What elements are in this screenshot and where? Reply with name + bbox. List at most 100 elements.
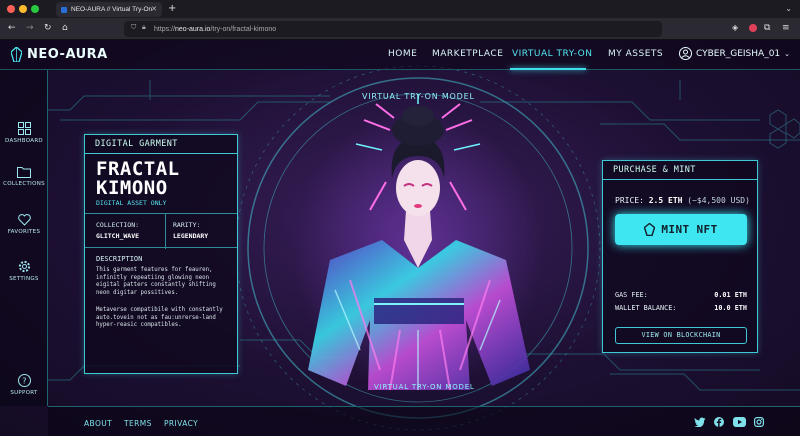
digital-garment-panel: DIGITAL GARMENT FRACTAL KIMONO DIGITAL A…	[84, 134, 238, 374]
profile-icon[interactable]	[749, 24, 757, 32]
sidebar-item-settings[interactable]: SETTINGS	[0, 260, 48, 282]
pocket-icon[interactable]: ◈	[732, 23, 738, 32]
wallet-balance-row: WALLET BALANCE: 10.0 ETH	[615, 304, 747, 312]
reload-icon[interactable]: ↻	[44, 23, 52, 33]
new-tab-icon[interactable]: +	[168, 3, 176, 14]
price-line: PRICE: 2.5 ETH (~$4,500 USD)	[615, 196, 750, 205]
wallet-balance-label: WALLET BALANCE:	[615, 304, 677, 312]
browser-toolbar: ← → ↻ ⌂ ⛉ 🔒︎ https://neo-aura.io/try-on/…	[0, 18, 800, 40]
model-title-top: VIRTUAL TRY-ON MODEL	[362, 92, 475, 101]
sidebar-item-label: DASHBOARD	[5, 138, 43, 144]
grid-icon	[17, 122, 31, 135]
garment-name: FRACTAL KIMONO	[96, 160, 180, 198]
purchase-mint-panel: PURCHASE & MINT PRICE: 2.5 ETH (~$4,500 …	[602, 160, 758, 353]
sidebar-item-label: SETTINGS	[9, 276, 39, 282]
url-bar[interactable]: ⛉ 🔒︎ https://neo-aura.io/try-on/fractal-…	[124, 21, 662, 37]
description-line: hyper-reasic compatibles.	[96, 322, 182, 329]
twitter-icon[interactable]	[694, 417, 706, 427]
price-usd: (~$4,500 USD)	[687, 196, 750, 205]
garment-attributes: COLLECTION: GLITCH_WAVE RARITY: LEGENDAR…	[85, 213, 237, 249]
forward-icon[interactable]: →	[26, 23, 34, 33]
collection-value: GLITCH_WAVE	[96, 232, 140, 240]
description-heading: DESCRIPTION	[96, 255, 143, 263]
sidebar-item-favorites[interactable]: FAVORITES	[0, 214, 48, 235]
url-host: neo-aura.io	[175, 25, 211, 33]
sidebar-item-label: FAVORITES	[7, 229, 41, 235]
sidebar: DASHBOARD COLLECTIONS FAVORITES SETTINGS…	[0, 70, 48, 406]
model-title-bottom: VIRTUAL TRY-ON MODEL	[374, 383, 475, 391]
sidebar-item-label: COLLECTIONS	[3, 181, 45, 187]
mint-nft-button[interactable]: MINT NFT	[615, 214, 747, 245]
footer-link-about[interactable]: ABOUT	[84, 419, 112, 428]
attribute-divider	[165, 214, 166, 249]
home-icon[interactable]: ⌂	[62, 23, 68, 33]
facebook-icon[interactable]	[714, 417, 724, 427]
close-window-button[interactable]	[7, 5, 15, 13]
description-paragraph-2: Metaverse compatibile with constantly au…	[96, 307, 230, 330]
nav-my-assets[interactable]: MY ASSETS	[608, 49, 663, 59]
favicon-icon	[61, 6, 67, 13]
shield-icon[interactable]: ⛉	[131, 24, 136, 32]
chevron-down-icon: ⌄	[784, 49, 791, 58]
footer-link-terms[interactable]: TERMS	[124, 419, 152, 428]
url-scheme: https://	[154, 25, 176, 33]
gas-fee-label: GAS FEE:	[615, 291, 648, 299]
website: NEO-AURA HOME MARKETPLACE VIRTUAL TRY-ON…	[0, 40, 800, 436]
description-paragraph-1: This garment features for feauren, infin…	[96, 267, 230, 297]
sidebar-item-label: SUPPORT	[10, 390, 38, 396]
url-path: /try-on/fractal-kimono	[210, 25, 277, 33]
svg-text:?: ?	[22, 377, 27, 386]
user-menu[interactable]: CYBER_GEISHA_01 ⌄	[679, 47, 790, 60]
site-footer: ABOUT TERMS PRIVACY	[48, 406, 800, 436]
collection-label: COLLECTION:	[96, 221, 140, 229]
active-nav-underline	[510, 68, 586, 70]
youtube-icon[interactable]	[733, 417, 746, 427]
view-on-blockchain-button[interactable]: VIEW ON BLOCKCHAIN	[615, 327, 747, 344]
nav-home[interactable]: HOME	[388, 49, 417, 59]
description-line: infinitly repeatiing glowing neon	[96, 274, 209, 281]
gas-fee-value: 0.01 ETH	[714, 291, 747, 299]
gas-fee-row: GAS FEE: 0.01 ETH	[615, 291, 747, 299]
price-value: 2.5 ETH	[648, 196, 683, 205]
description-line: neon digitar possitives.	[96, 289, 179, 296]
crystal-logo-icon	[11, 47, 22, 62]
maximize-window-button[interactable]	[31, 5, 39, 13]
garment-subtitle: DIGITAL ASSET ONLY	[96, 199, 167, 207]
price-label: PRICE:	[615, 196, 644, 205]
menu-icon[interactable]: ≡	[782, 23, 790, 33]
sidebar-item-support[interactable]: ? SUPPORT	[0, 374, 48, 396]
rarity-label: RARITY:	[173, 221, 201, 229]
description-line: auto.tovein not as fau:unrerse-land	[96, 314, 216, 321]
wallet-balance-value: 10.0 ETH	[714, 304, 747, 312]
lock-icon[interactable]: 🔒︎	[142, 24, 146, 32]
browser-tab[interactable]: NEO-AURA // Virtual Try-On ✕	[56, 2, 162, 17]
virtual-try-on-model[interactable]	[290, 90, 550, 410]
description-line: This garment features for feauren,	[96, 267, 213, 273]
heart-icon	[17, 214, 31, 226]
nav-marketplace[interactable]: MARKETPLACE	[432, 49, 503, 59]
description-line: Metaverse compatibile with constantly	[96, 307, 223, 313]
site-logo[interactable]: NEO-AURA	[11, 47, 108, 62]
purchase-panel-heading: PURCHASE & MINT	[603, 161, 757, 180]
description-line: eigital patters constantly shifting	[96, 282, 216, 289]
garment-panel-heading: DIGITAL GARMENT	[85, 135, 237, 154]
user-avatar-icon	[679, 47, 692, 60]
instagram-icon[interactable]	[754, 417, 764, 427]
tab-list-chevron-icon[interactable]: ⌄	[785, 4, 792, 13]
footer-link-privacy[interactable]: PRIVACY	[164, 419, 198, 428]
garment-name-line2: KIMONO	[96, 177, 168, 199]
tab-title: NEO-AURA // Virtual Try-On	[71, 6, 153, 13]
question-icon: ?	[17, 374, 31, 387]
mint-button-label: MINT NFT	[661, 223, 718, 236]
sidebar-item-collections[interactable]: COLLECTIONS	[0, 166, 48, 187]
gear-icon	[18, 260, 30, 273]
crystal-icon	[644, 223, 656, 236]
back-icon[interactable]: ←	[8, 23, 16, 33]
nav-virtual-try-on[interactable]: VIRTUAL TRY-ON	[512, 49, 592, 59]
minimize-window-button[interactable]	[19, 5, 27, 13]
extension-icon[interactable]: ⧉	[764, 23, 770, 33]
folder-icon	[17, 167, 31, 178]
rarity-value: LEGENDARY	[173, 232, 209, 240]
close-tab-icon[interactable]: ✕	[151, 5, 157, 13]
sidebar-item-dashboard[interactable]: DASHBOARD	[0, 122, 48, 144]
